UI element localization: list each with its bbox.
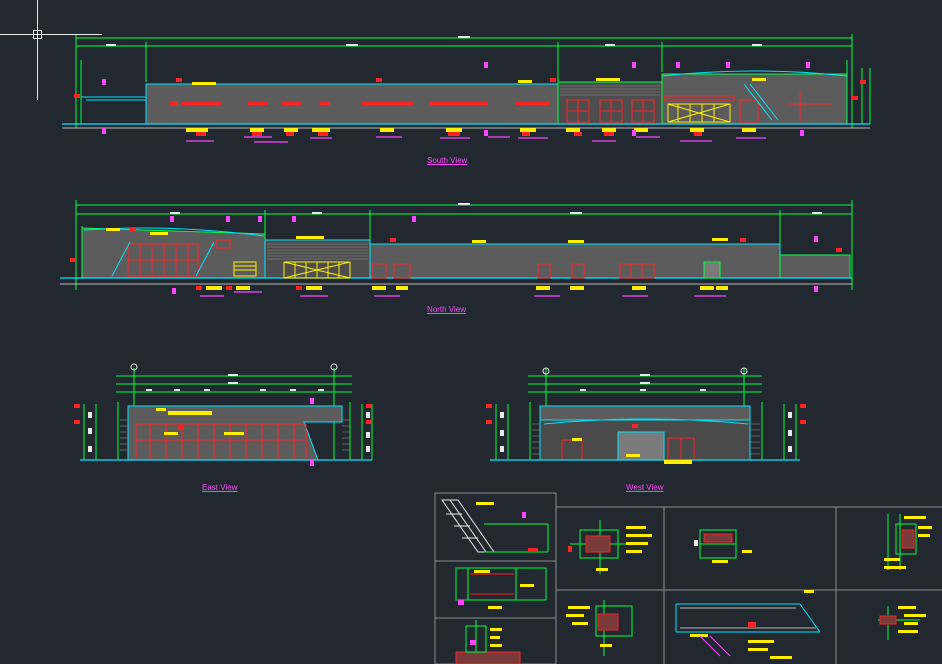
- north-view-title: North View: [427, 305, 466, 314]
- south-west-canopy: [81, 96, 146, 101]
- west-dimension-text: [580, 374, 706, 391]
- detail-gutter-section: [694, 529, 752, 563]
- north-east-block: [779, 254, 851, 279]
- detail-frames: [434, 492, 942, 664]
- detail-base-plate: [566, 600, 633, 656]
- west-center-panel: [617, 431, 665, 461]
- west-roof-band: [539, 405, 751, 421]
- south-center-block: [557, 81, 663, 125]
- detail-beam-section: [455, 567, 547, 609]
- detail-footing-section: [455, 620, 521, 664]
- detail-sheet: [434, 492, 942, 664]
- detail-wall-panel: [884, 514, 932, 570]
- south-view-elevation: [62, 34, 871, 143]
- crosshair-cursor-horizontal: [0, 34, 102, 35]
- east-view-title: East View: [202, 483, 238, 492]
- south-annotation-leaders: [186, 136, 766, 143]
- west-view-elevation: [486, 367, 806, 464]
- north-equipment-box: [703, 261, 721, 279]
- west-grid-bubbles: [542, 367, 748, 375]
- south-view-title: South View: [427, 156, 468, 165]
- east-view-elevation: [74, 363, 373, 466]
- detail-column-joint: [568, 520, 652, 574]
- west-view-title: West View: [626, 483, 664, 492]
- east-grid-bubbles: [130, 363, 338, 371]
- detail-canopy-section: [441, 499, 549, 553]
- north-annotation-leaders: [200, 291, 726, 297]
- detail-anchor: [878, 606, 926, 640]
- crosshair-cursor-vertical: [37, 0, 38, 100]
- north-view-elevation: [60, 200, 853, 297]
- cad-drawing-canvas[interactable]: [0, 0, 942, 664]
- east-dimension-text: [146, 374, 324, 391]
- crosshair-cursor-icon: [33, 30, 42, 39]
- detail-roof-edge: [675, 590, 821, 659]
